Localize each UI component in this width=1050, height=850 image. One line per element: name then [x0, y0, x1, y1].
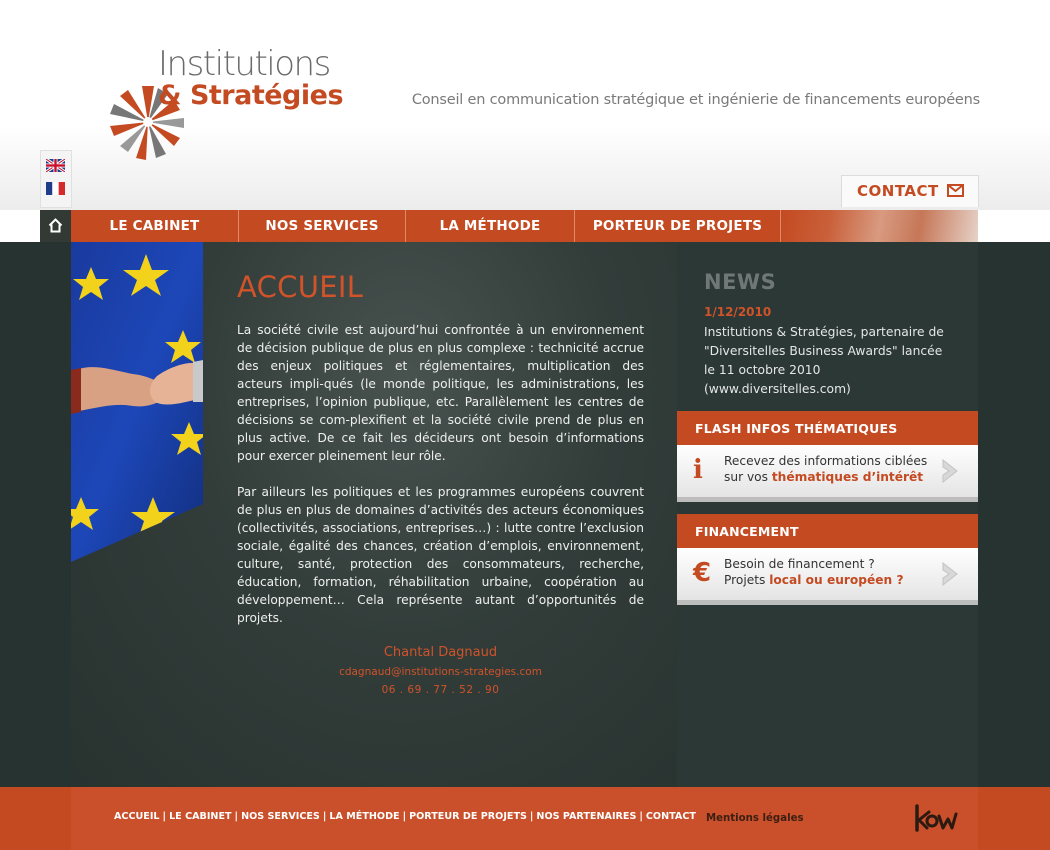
language-switcher	[40, 150, 72, 208]
main-nav: LE CABINET NOS SERVICES LA MÉTHODE PORTE…	[40, 210, 978, 242]
eu-handshake-photo	[71, 242, 203, 562]
financement-header: FINANCEMENT	[677, 514, 978, 548]
info-icon: i	[693, 455, 703, 485]
contact-label: CONTACT	[857, 182, 939, 200]
nav-item-nos-services[interactable]: NOS SERVICES	[239, 210, 406, 242]
footer-link-la-methode[interactable]: LA MÉTHODE	[329, 811, 399, 822]
nav-building-photo	[781, 210, 978, 242]
financement-line1: Besoin de financement ?	[724, 557, 875, 571]
footer-separator: |	[639, 811, 643, 822]
footer-links: ACCUEIL | LE CABINET | NOS SERVICES | LA MÉTHO…	[114, 811, 696, 822]
news-date: 1/12/2010	[704, 305, 772, 319]
footer-link-contact[interactable]: CONTACT	[646, 811, 696, 822]
footer-link-porteur-de-projets[interactable]: PORTEUR DE PROJETS	[409, 811, 527, 822]
footer-separator: |	[162, 811, 167, 822]
flash-infos-card[interactable]: i Recevez des informations ciblées sur v…	[677, 445, 978, 502]
home-button[interactable]	[40, 210, 71, 242]
nav-item-le-cabinet[interactable]: LE CABINET	[71, 210, 239, 242]
logo-subtitle: & Stratégies	[158, 80, 344, 111]
financement-card[interactable]: € Besoin de financement ? Projets local …	[677, 548, 978, 605]
footer-separator: |	[402, 811, 407, 822]
news-title: NEWS	[704, 270, 777, 294]
home-icon	[48, 218, 63, 233]
page-title: ACCUEIL	[237, 270, 364, 304]
signature-phone: 06 . 69 . 77 . 52 . 90	[381, 684, 500, 696]
mentions-legales-link[interactable]: Mentions légales	[706, 813, 804, 824]
flash-infos-title: FLASH INFOS THÉMATIQUES	[695, 421, 898, 436]
footer-link-accueil[interactable]: ACCUEIL	[114, 811, 160, 822]
flash-infos-line1: Recevez des informations ciblées	[724, 454, 928, 468]
fr-flag-icon[interactable]	[46, 182, 65, 195]
news-text: Institutions & Stratégies, partenaire de…	[704, 325, 944, 396]
logo-title: Institutions	[158, 44, 331, 84]
footer-separator: |	[322, 811, 327, 822]
signature-email-link[interactable]: cdagnaud@institutions-strategies.com	[237, 666, 644, 678]
nav-item-la-methode[interactable]: LA MÉTHODE	[406, 210, 575, 242]
tagline: Conseil en communication stratégique et …	[411, 92, 980, 108]
flash-infos-header: FLASH INFOS THÉMATIQUES	[677, 411, 978, 445]
euro-icon: €	[693, 558, 712, 588]
flash-infos-line2-highlight: thématiques d’intérêt	[771, 469, 924, 484]
envelope-icon	[947, 184, 964, 197]
kw-logo-icon[interactable]	[913, 800, 959, 834]
financement-line2-prefix: Projets	[724, 572, 770, 587]
financement-line2-highlight: local ou européen ?	[769, 572, 904, 587]
nav-item-porteur-de-projets[interactable]: PORTEUR DE PROJETS	[575, 210, 781, 242]
flash-infos-line2-prefix: sur vos	[724, 469, 772, 484]
intro-paragraph-1: La société civile est aujourd’hui confro…	[237, 323, 644, 463]
header: Institutions & Stratégies Conseil en com…	[0, 0, 1050, 210]
footer-separator: |	[529, 811, 534, 822]
financement-text: Besoin de financement ? Projets local ou…	[724, 557, 939, 588]
flash-infos-text: Recevez des informations ciblées sur vos…	[724, 454, 939, 485]
footer-separator: |	[234, 811, 239, 822]
uk-flag-icon[interactable]	[46, 159, 65, 172]
intro-paragraph-2: Par ailleurs les politiques et les progr…	[237, 485, 644, 625]
signature-name: Chantal Dagnaud	[383, 645, 498, 660]
chevron-right-icon	[942, 561, 958, 587]
footer-link-le-cabinet[interactable]: LE CABINET	[169, 811, 231, 822]
financement-title: FINANCEMENT	[695, 524, 799, 539]
chevron-right-icon	[942, 458, 958, 484]
contact-button[interactable]: CONTACT	[841, 175, 979, 207]
footer-link-nos-partenaires[interactable]: NOS PARTENAIRES	[536, 811, 636, 822]
footer-link-nos-services[interactable]: NOS SERVICES	[241, 811, 320, 822]
